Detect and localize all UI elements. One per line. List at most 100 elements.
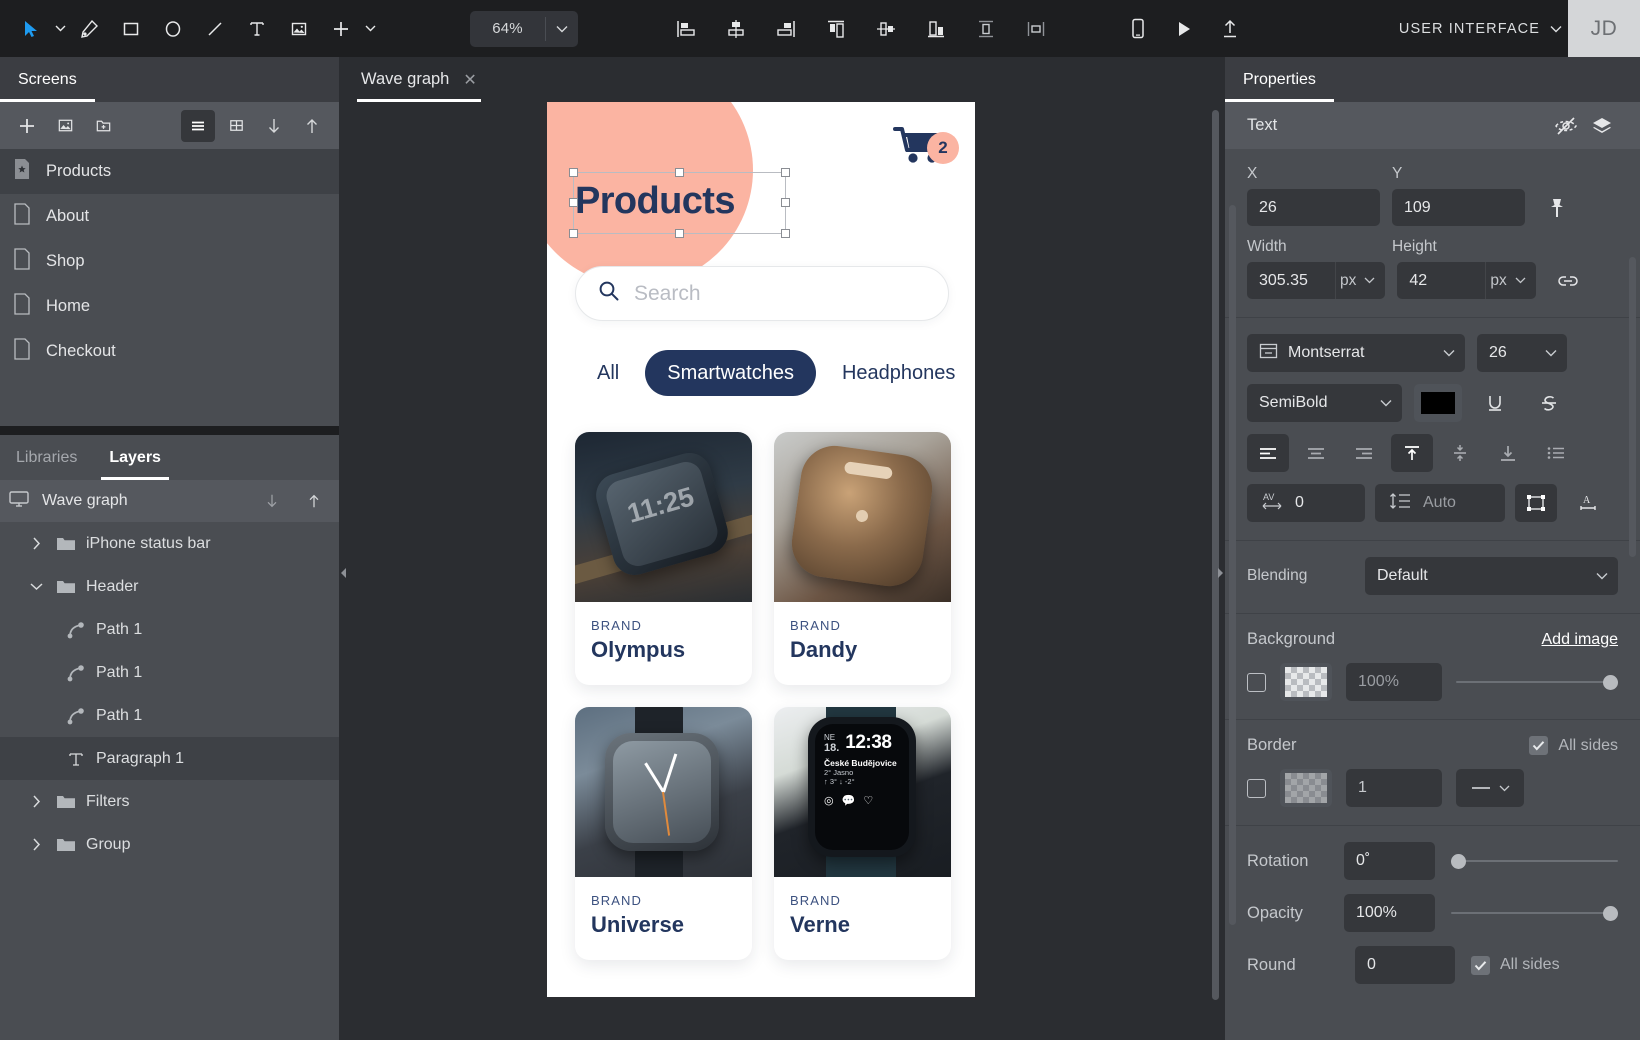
layer-row-path-1-b[interactable]: Path 1 (0, 651, 339, 694)
screen-row-checkout[interactable]: Checkout (0, 329, 339, 374)
layer-row-paragraph-1[interactable]: Paragraph 1 (0, 737, 339, 780)
canvas-tab-wave-graph[interactable]: Wave graph ✕ (347, 57, 491, 102)
resize-handle-tr[interactable] (781, 168, 790, 177)
layer-row-path-1-c[interactable]: Path 1 (0, 694, 339, 737)
border-color-swatch[interactable] (1280, 769, 1332, 807)
tab-libraries[interactable]: Libraries (0, 435, 93, 480)
properties-scrollbar-left[interactable] (1229, 205, 1236, 925)
right-panel-collapse-handle[interactable] (1215, 562, 1225, 584)
border-style-select[interactable] (1456, 769, 1524, 807)
close-icon[interactable]: ✕ (463, 70, 476, 90)
selection-bounding-box[interactable] (573, 172, 786, 234)
resize-handle-tm[interactable] (675, 168, 684, 177)
distribute-h-button[interactable] (1013, 8, 1059, 50)
font-weight-select[interactable]: SemiBold (1247, 384, 1402, 422)
line-height-input[interactable]: Auto (1375, 484, 1505, 522)
align-text-bottom-button[interactable] (1487, 434, 1529, 472)
layer-row-iphone-status-bar[interactable]: iPhone status bar (0, 522, 339, 565)
resize-handle-bm[interactable] (675, 229, 684, 238)
align-text-left-button[interactable] (1247, 434, 1289, 472)
border-enable-checkbox[interactable] (1247, 779, 1266, 798)
pin-position-icon[interactable] (1537, 197, 1577, 219)
slider-knob[interactable] (1451, 854, 1466, 869)
round-input[interactable]: 0 (1355, 946, 1455, 984)
distribute-v-button[interactable] (963, 8, 1009, 50)
properties-scroll-area[interactable]: X Y 26 109 Width Height (1225, 149, 1640, 1040)
font-family-select[interactable]: Montserrat (1247, 334, 1465, 372)
border-all-sides-checkbox[interactable] (1529, 736, 1548, 755)
layer-row-header[interactable]: Header (0, 565, 339, 608)
opacity-slider[interactable] (1451, 894, 1618, 932)
chevron-right-icon[interactable] (26, 537, 46, 550)
canvas-area[interactable]: 2 Products (339, 102, 1225, 1040)
avatar[interactable]: JD (1568, 0, 1640, 57)
letter-spacing-input[interactable]: AV 0 (1247, 484, 1365, 522)
sort-up-button[interactable] (295, 110, 329, 142)
rotation-input[interactable]: 0˚ (1344, 842, 1435, 880)
product-card[interactable]: NE 18. 12:38 České Budějovice 2° Jasno ↑… (774, 707, 951, 960)
zoom-control[interactable]: 64% (470, 11, 578, 47)
properties-scrollbar-right[interactable] (1629, 257, 1636, 557)
grid-view-button[interactable] (219, 110, 253, 142)
move-down-icon[interactable] (257, 486, 287, 516)
phone-icon[interactable] (1117, 8, 1159, 50)
rectangle-tool[interactable] (110, 8, 152, 50)
underline-button[interactable] (1474, 384, 1516, 422)
align-text-top-button[interactable] (1391, 434, 1433, 472)
chevron-right-icon[interactable] (26, 795, 46, 808)
layers-stack-icon[interactable] (1584, 109, 1620, 143)
width-unit-select[interactable]: px (1335, 262, 1385, 299)
workspace-selector[interactable]: USER INTERFACE (1399, 21, 1568, 37)
resize-handle-bl[interactable] (569, 229, 578, 238)
resize-handle-ml[interactable] (569, 198, 578, 207)
text-color-swatch[interactable] (1414, 384, 1462, 422)
font-size-select[interactable]: 26 (1477, 334, 1567, 372)
align-center-h-button[interactable] (713, 8, 759, 50)
align-top-button[interactable] (813, 8, 859, 50)
align-text-center-button[interactable] (1295, 434, 1337, 472)
round-all-sides[interactable]: All sides (1471, 956, 1560, 975)
link-aspect-ratio-icon[interactable] (1548, 273, 1588, 289)
product-card[interactable]: BRAND Universe (575, 707, 752, 960)
slider-knob[interactable] (1603, 675, 1618, 690)
blending-select[interactable]: Default (1365, 557, 1618, 595)
tab-screens[interactable]: Screens (0, 57, 95, 102)
x-input[interactable]: 26 (1247, 189, 1380, 226)
resize-handle-tl[interactable] (569, 168, 578, 177)
filter-chip-smartwatches[interactable]: Smartwatches (645, 350, 816, 396)
filter-chip-headphones[interactable]: Headphones (820, 350, 975, 396)
chevron-down-icon-zoom[interactable] (546, 25, 578, 33)
tab-layers[interactable]: Layers (93, 435, 177, 480)
opacity-input[interactable]: 100% (1344, 894, 1435, 932)
width-input[interactable]: 305.35 (1247, 262, 1335, 299)
align-text-right-button[interactable] (1343, 434, 1385, 472)
resize-handle-mr[interactable] (781, 198, 790, 207)
sort-down-button[interactable] (257, 110, 291, 142)
canvas-vertical-scrollbar[interactable] (1212, 110, 1219, 1000)
image-tool[interactable] (278, 8, 320, 50)
screen-row-home[interactable]: Home (0, 284, 339, 329)
filter-chip-all[interactable]: All (575, 350, 641, 396)
text-tool[interactable] (236, 8, 278, 50)
product-card[interactable]: BRAND Dandy (774, 432, 951, 685)
ellipse-tool[interactable] (152, 8, 194, 50)
align-right-button[interactable] (763, 8, 809, 50)
height-input[interactable]: 42 (1397, 262, 1485, 299)
bullet-list-button[interactable] (1535, 434, 1577, 472)
add-image-link[interactable]: Add image (1542, 631, 1619, 649)
resize-handle-br[interactable] (781, 229, 790, 238)
play-icon[interactable] (1163, 8, 1205, 50)
align-left-button[interactable] (663, 8, 709, 50)
y-input[interactable]: 109 (1392, 189, 1525, 226)
search-input[interactable]: Search (575, 266, 949, 321)
left-panel-collapse-handle[interactable] (339, 562, 349, 584)
layer-root-row[interactable]: Wave graph (0, 480, 339, 522)
layer-row-path-1-a[interactable]: Path 1 (0, 608, 339, 651)
pen-tool[interactable] (68, 8, 110, 50)
artboard-products[interactable]: 2 Products (547, 102, 975, 997)
product-card[interactable]: 11:25 BRAND Olympus (575, 432, 752, 685)
rotation-slider[interactable] (1451, 842, 1618, 880)
align-bottom-button[interactable] (913, 8, 959, 50)
screen-row-products[interactable]: Products (0, 149, 339, 194)
chevron-right-icon[interactable] (26, 838, 46, 851)
